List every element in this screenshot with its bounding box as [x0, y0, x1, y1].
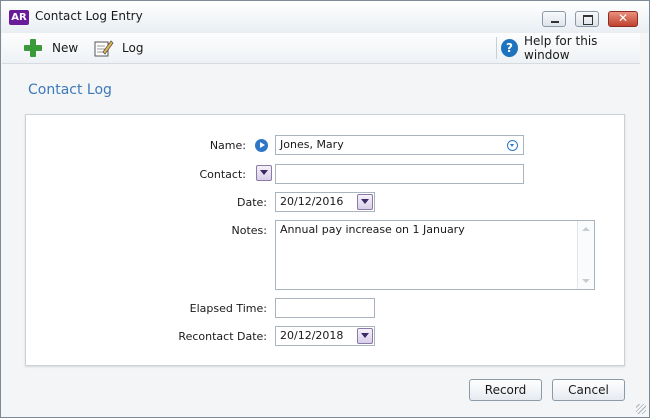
name-label: Name:	[209, 139, 246, 152]
recontact-date-dropdown-button[interactable]	[357, 328, 373, 344]
scroll-up-icon[interactable]	[582, 227, 590, 231]
date-value: 20/12/2016	[280, 195, 344, 208]
new-button[interactable]: New	[24, 39, 78, 57]
log-label: Log	[122, 41, 144, 55]
minimize-icon	[551, 21, 559, 23]
contact-dropdown-button[interactable]	[256, 165, 272, 181]
close-button[interactable]: ✕	[608, 11, 638, 27]
toolbar-separator	[496, 37, 497, 59]
contact-log-entry-window: AR Contact Log Entry ✕ New Log ? Help fo…	[0, 0, 650, 418]
minimize-button[interactable]	[542, 11, 566, 27]
scroll-down-icon[interactable]	[582, 279, 590, 283]
help-icon: ?	[501, 39, 519, 57]
section-title: Contact Log	[28, 82, 112, 98]
contact-label: Contact:	[199, 168, 246, 181]
notes-label: Notes:	[231, 224, 267, 237]
arrow-right-icon[interactable]	[255, 139, 268, 152]
plus-icon	[24, 39, 42, 57]
recontact-date-value: 20/12/2018	[280, 329, 344, 342]
elapsed-time-label: Elapsed Time:	[189, 302, 267, 315]
help-label: Help for this window	[524, 34, 598, 62]
recontact-date-label: Recontact Date:	[178, 330, 267, 343]
name-value: Jones, Mary	[280, 138, 344, 151]
new-label: New	[52, 41, 79, 55]
notes-field[interactable]: Annual pay increase on 1 January	[275, 220, 595, 290]
record-button[interactable]: Record	[469, 379, 542, 401]
help-button[interactable]: ? Help for this window	[501, 34, 640, 62]
app-icon: AR	[9, 10, 29, 25]
log-edit-icon	[94, 40, 114, 57]
date-dropdown-button[interactable]	[357, 194, 373, 210]
chevron-down-icon[interactable]	[507, 140, 518, 151]
resize-grip[interactable]	[636, 404, 646, 414]
elapsed-time-field[interactable]	[275, 298, 375, 318]
date-label: Date:	[237, 196, 267, 209]
notes-scrollbar[interactable]	[577, 221, 594, 289]
toolbar: New Log ? Help for this window	[2, 33, 640, 64]
title-bar[interactable]: AR Contact Log Entry ✕	[1, 1, 649, 33]
maximize-button[interactable]	[575, 11, 599, 27]
log-button[interactable]: Log	[94, 39, 143, 57]
contact-field[interactable]	[275, 164, 524, 184]
close-icon: ✕	[617, 11, 629, 25]
cancel-button[interactable]: Cancel	[552, 379, 625, 401]
notes-value: Annual pay increase on 1 January	[280, 223, 465, 236]
window-title: Contact Log Entry	[35, 9, 143, 23]
maximize-icon	[583, 15, 593, 25]
name-field[interactable]: Jones, Mary	[275, 135, 524, 155]
